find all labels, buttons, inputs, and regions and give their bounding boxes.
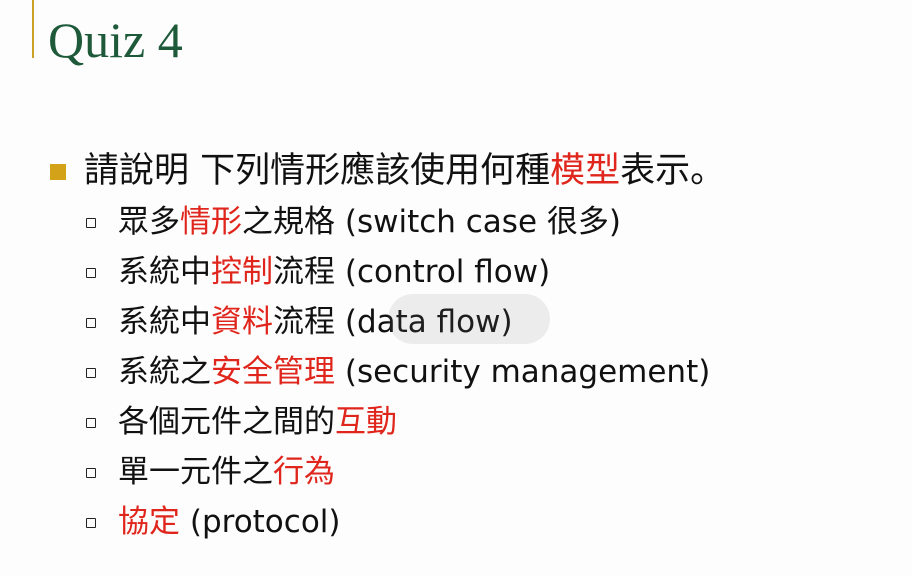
list-item: 單一元件之行為 bbox=[0, 447, 912, 497]
list-item-text: 系統之安全管理 (security management) bbox=[118, 351, 710, 393]
main-question: 請說明 下列情形應該使用何種模型表示。 bbox=[84, 148, 725, 194]
list-item: 眾多情形之規格 (switch case 很多) bbox=[0, 197, 912, 247]
item-pre: 各個元件之間的 bbox=[118, 404, 335, 440]
list-item-text: 協定 (protocol) bbox=[118, 501, 341, 543]
item-highlight: 控制 bbox=[211, 254, 273, 290]
slide: Quiz 4 請說明 下列情形應該使用何種模型表示。 眾多情形之規格 (swit… bbox=[0, 0, 912, 576]
title-accent-bar bbox=[32, 0, 34, 58]
list-item: 系統中控制流程 (control flow) bbox=[0, 247, 912, 297]
list-item-text: 眾多情形之規格 (switch case 很多) bbox=[118, 201, 621, 243]
item-post: (security management) bbox=[335, 354, 711, 390]
hollow-square-bullet-icon bbox=[86, 518, 96, 528]
item-post: 流程 (control flow) bbox=[273, 254, 551, 290]
item-pre: 系統之 bbox=[118, 354, 211, 390]
main-question-post: 表示。 bbox=[620, 151, 726, 191]
main-question-highlight: 模型 bbox=[550, 151, 621, 191]
item-highlight: 互動 bbox=[335, 404, 397, 440]
list-item: 各個元件之間的互動 bbox=[0, 397, 912, 447]
item-highlight: 行為 bbox=[273, 454, 335, 490]
item-pre: 系統中 bbox=[118, 254, 211, 290]
item-highlight: 資料 bbox=[211, 304, 273, 340]
list-item: 系統之安全管理 (security management) bbox=[0, 347, 912, 397]
item-highlight: 安全管理 bbox=[211, 354, 335, 390]
item-highlight: 協定 bbox=[118, 504, 180, 540]
sub-item-list: 眾多情形之規格 (switch case 很多) 系統中控制流程 (contro… bbox=[0, 197, 912, 547]
caption-overlay-pill[interactable] bbox=[388, 294, 550, 344]
slide-title: Quiz 4 bbox=[48, 12, 183, 68]
hollow-square-bullet-icon bbox=[86, 268, 96, 278]
main-bullet-square-icon bbox=[50, 164, 66, 180]
hollow-square-bullet-icon bbox=[86, 318, 96, 328]
hollow-square-bullet-icon bbox=[86, 218, 96, 228]
list-item-text: 單一元件之行為 bbox=[118, 451, 335, 493]
item-post: (protocol) bbox=[180, 504, 341, 540]
hollow-square-bullet-icon bbox=[86, 368, 96, 378]
hollow-square-bullet-icon bbox=[86, 468, 96, 478]
item-pre: 系統中 bbox=[118, 304, 211, 340]
hollow-square-bullet-icon bbox=[86, 418, 96, 428]
list-item: 協定 (protocol) bbox=[0, 497, 912, 547]
list-item-text: 系統中控制流程 (control flow) bbox=[118, 251, 550, 293]
item-pre: 單一元件之 bbox=[118, 454, 273, 490]
item-highlight: 情形 bbox=[180, 204, 242, 240]
item-post: 之規格 (switch case 很多) bbox=[242, 204, 621, 240]
main-question-pre: 請說明 下列情形應該使用何種 bbox=[84, 151, 551, 191]
list-item-text: 各個元件之間的互動 bbox=[118, 401, 397, 443]
item-pre: 眾多 bbox=[118, 204, 180, 240]
